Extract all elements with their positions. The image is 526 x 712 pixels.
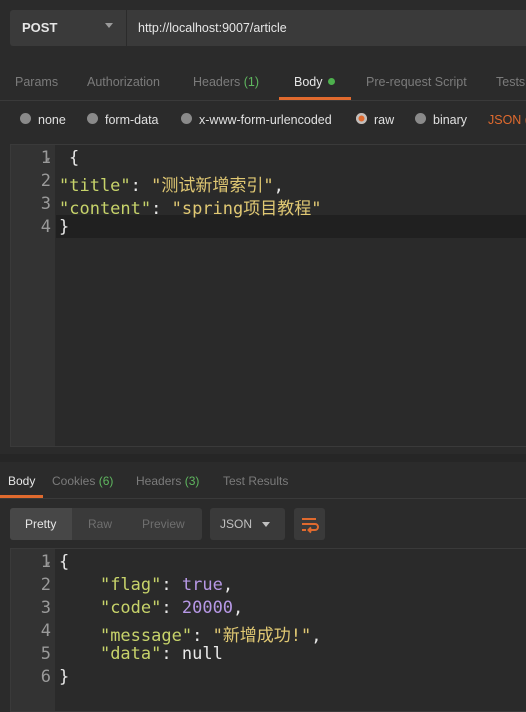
option-urlencoded-label[interactable]: x-www-form-urlencoded xyxy=(199,113,332,127)
option-binary-label[interactable]: binary xyxy=(433,113,467,127)
option-raw-label[interactable]: raw xyxy=(374,113,394,127)
response-body-viewer: 1 ▾ 2 3 4 5 6 { "flag": true, "code": 20… xyxy=(10,548,526,712)
line-number: 4 xyxy=(40,217,51,237)
option-none-label[interactable]: none xyxy=(38,113,66,127)
url-text: http://localhost:9007/article xyxy=(138,21,287,35)
preview-button[interactable]: Preview xyxy=(142,517,185,531)
response-format-label: JSON xyxy=(220,517,253,531)
response-tab-test-results[interactable]: Test Results xyxy=(223,474,288,488)
response-format-select[interactable]: JSON xyxy=(210,508,285,540)
pane-divider[interactable] xyxy=(0,454,526,462)
radio-urlencoded[interactable] xyxy=(181,113,192,124)
chevron-down-icon xyxy=(105,23,113,28)
request-body-editor[interactable]: 1 ▾ 2 3 4 { "title": "测试新增索引", "content"… xyxy=(10,144,526,447)
radio-none[interactable] xyxy=(20,113,31,124)
radio-raw[interactable] xyxy=(356,113,367,124)
line-number: 5 xyxy=(40,644,51,664)
pretty-button[interactable]: Pretty xyxy=(25,517,56,531)
body-type-options: none form-data x-www-form-urlencoded raw… xyxy=(0,101,526,139)
fold-arrow-icon[interactable]: ▾ xyxy=(46,155,50,164)
line-number: 1 xyxy=(40,552,51,572)
code-line-content: "content": "spring项目教程" xyxy=(59,199,322,219)
response-headers-count: (3) xyxy=(184,474,200,488)
fold-arrow-icon[interactable]: ▾ xyxy=(46,559,50,568)
body-format-select[interactable]: JSON ( xyxy=(488,113,526,127)
response-tab-body[interactable]: Body xyxy=(8,474,35,488)
code-line-code: "code": 20000, xyxy=(99,598,244,618)
code-line-data: "data": null xyxy=(99,644,223,664)
url-input[interactable]: http://localhost:9007/article xyxy=(127,10,526,46)
line-number: 3 xyxy=(40,598,51,618)
option-form-data-label[interactable]: form-data xyxy=(105,113,159,127)
line-number: 2 xyxy=(40,575,51,595)
tab-headers[interactable]: Headers (1) xyxy=(193,75,259,89)
line-number: 4 xyxy=(40,621,51,641)
active-tab-underline xyxy=(279,97,351,100)
response-tab-headers[interactable]: Headers (3) xyxy=(136,474,199,488)
method-select[interactable]: POST xyxy=(10,10,126,46)
radio-binary[interactable] xyxy=(415,113,426,124)
line-number: 3 xyxy=(40,194,51,214)
code-line-flag: "flag": true, xyxy=(99,575,234,595)
active-response-tab-underline xyxy=(0,495,43,498)
tab-params[interactable]: Params xyxy=(15,75,58,89)
code-brace-close: } xyxy=(59,217,70,237)
tab-pre-request-script[interactable]: Pre-request Script xyxy=(366,75,467,89)
chevron-down-icon xyxy=(262,522,270,527)
request-tabs: Params Authorization Headers (1) Body Pr… xyxy=(0,58,526,101)
tab-body[interactable]: Body xyxy=(294,75,335,89)
code-line-title: "title": "测试新增索引", xyxy=(59,176,284,196)
line-number: 1 xyxy=(40,148,51,168)
wrap-lines-icon xyxy=(302,518,319,534)
line-number: 2 xyxy=(40,171,51,191)
tab-tests[interactable]: Tests xyxy=(496,75,525,89)
line-number: 6 xyxy=(40,667,51,687)
raw-button[interactable]: Raw xyxy=(88,517,112,531)
response-tabs: Body Cookies (6) Headers (3) Test Result… xyxy=(0,462,526,499)
headers-count: (1) xyxy=(243,75,260,89)
request-bar: POST http://localhost:9007/article xyxy=(0,0,526,58)
view-mode-group: Pretty Raw Preview xyxy=(10,508,202,540)
body-indicator-dot xyxy=(327,78,335,85)
radio-form-data[interactable] xyxy=(87,113,98,124)
cookies-count: (6) xyxy=(98,474,114,488)
code-line-message: "message": "新增成功!", xyxy=(99,626,322,646)
code-brace-open: { xyxy=(59,552,70,572)
method-label: POST xyxy=(22,20,58,35)
wrap-lines-button[interactable] xyxy=(294,508,325,540)
code-brace-open: { xyxy=(69,148,80,168)
tab-authorization[interactable]: Authorization xyxy=(87,75,160,89)
code-brace-close: } xyxy=(59,667,70,687)
response-tab-cookies[interactable]: Cookies (6) xyxy=(52,474,113,488)
